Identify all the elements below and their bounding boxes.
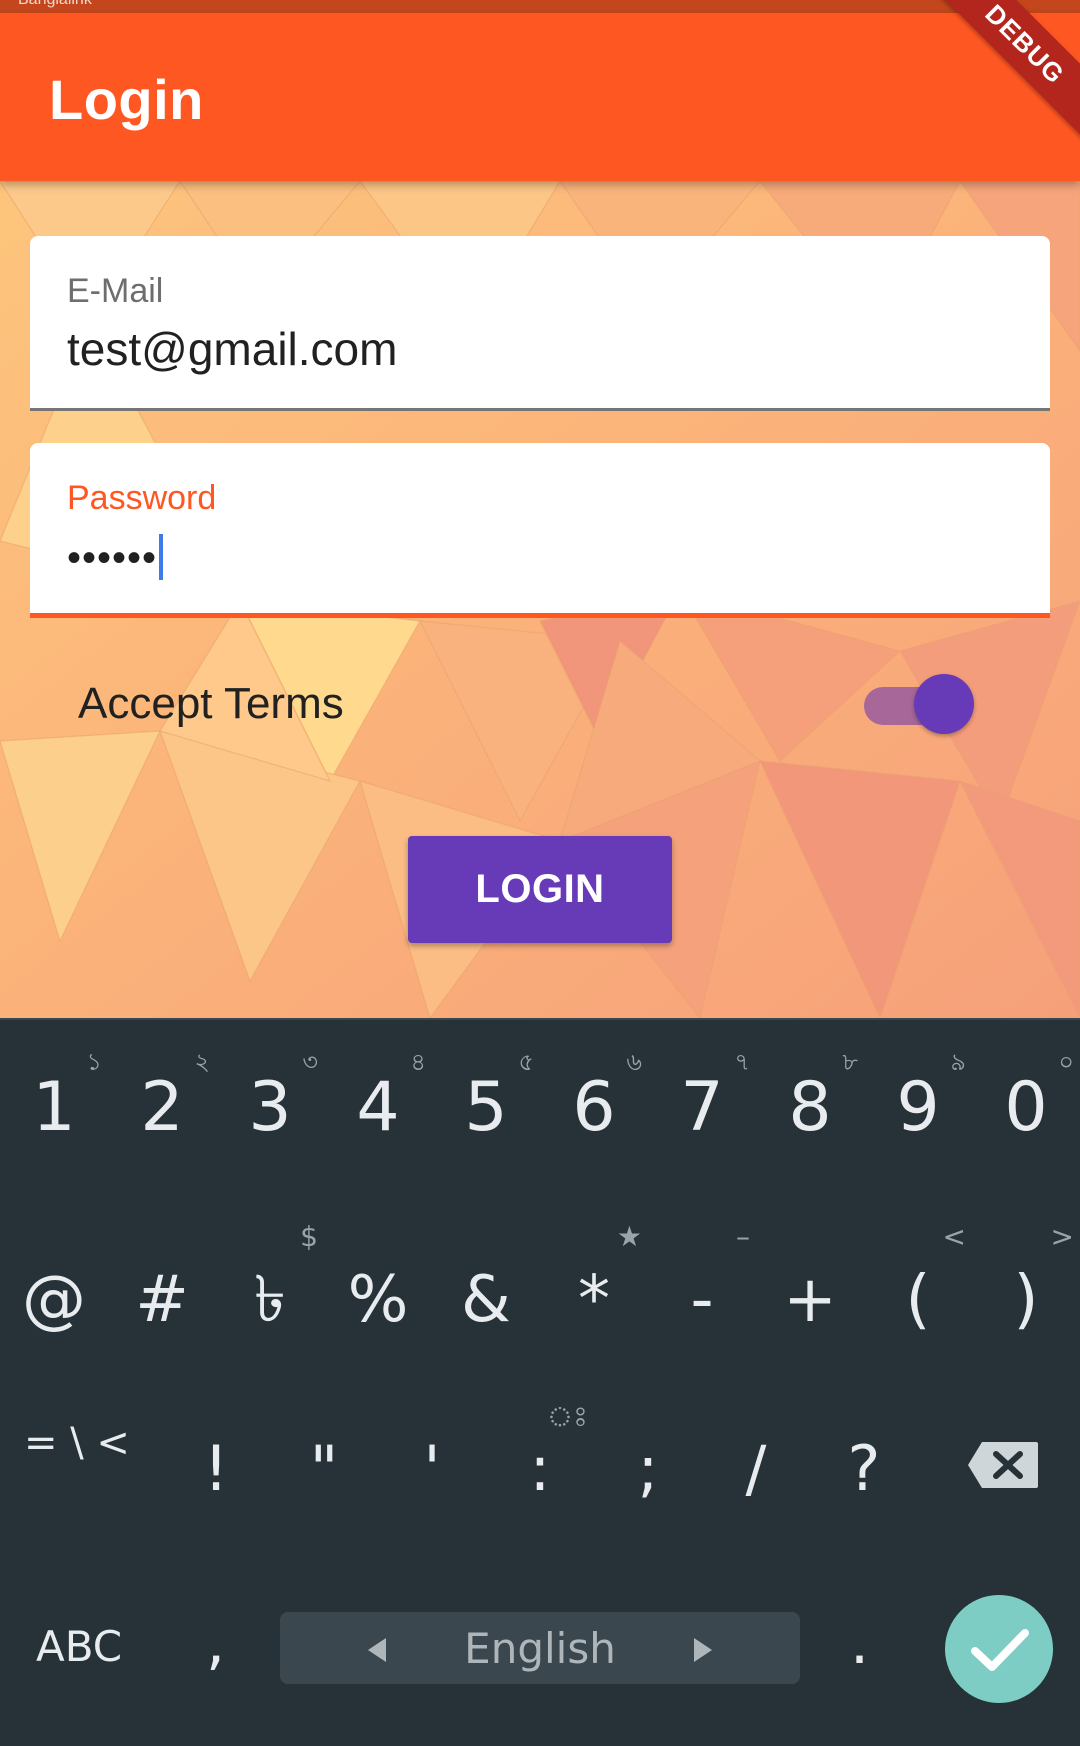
- row2-key-label: +: [783, 1263, 837, 1337]
- row1-key[interactable]: 8৮: [756, 1030, 864, 1190]
- row2-key-label: ): [1013, 1263, 1039, 1337]
- row1-key-hint: ০: [1058, 1048, 1074, 1076]
- row2-key[interactable]: &: [432, 1220, 540, 1380]
- row2-key[interactable]: %: [324, 1220, 432, 1380]
- debug-banner: DEBUG: [926, 0, 1080, 143]
- email-field[interactable]: E-Mail test@gmail.com: [30, 236, 1050, 411]
- switch-thumb: [914, 674, 974, 734]
- row1-key-hint: ৫: [518, 1048, 534, 1076]
- row3-key[interactable]: ': [378, 1395, 486, 1555]
- email-label: E-Mail: [67, 272, 164, 310]
- row1-key[interactable]: 7৭: [648, 1030, 756, 1190]
- text-cursor: [159, 534, 164, 581]
- check-icon: [971, 1629, 1029, 1671]
- row2-key[interactable]: +: [756, 1220, 864, 1380]
- enter-key[interactable]: [945, 1595, 1053, 1703]
- carrier-name: Banglalink: [18, 0, 92, 9]
- row3-key[interactable]: !: [162, 1395, 270, 1555]
- row2-key-hint: ★: [616, 1220, 642, 1253]
- row3-key[interactable]: :ঃ: [486, 1395, 594, 1555]
- row2-key-hint: $: [300, 1220, 318, 1253]
- row3-key[interactable]: ;: [594, 1395, 702, 1555]
- password-field[interactable]: Password ••••••: [30, 443, 1050, 618]
- accept-terms-switch[interactable]: [864, 674, 974, 734]
- row1-key[interactable]: 4৪: [324, 1030, 432, 1190]
- row2-key-label: #: [135, 1263, 189, 1337]
- row2-key-label: ৳: [254, 1263, 286, 1337]
- row2-key-label: @: [22, 1263, 86, 1337]
- row3-key-label: /: [745, 1432, 767, 1505]
- password-input[interactable]: ••••••: [67, 534, 164, 581]
- symbols-more-key[interactable]: = \ <: [24, 1420, 130, 1466]
- row1-key-hint: ৮: [842, 1048, 858, 1076]
- row2-key-hint: >: [1050, 1220, 1074, 1253]
- row1-key[interactable]: 3৩: [216, 1030, 324, 1190]
- row3-key-hint: ঃ: [546, 1400, 588, 1433]
- language-next-icon: [694, 1638, 712, 1662]
- row1-key-hint: ৭: [734, 1048, 750, 1076]
- row1-key-hint: ১: [86, 1048, 102, 1076]
- row3-key-label: ': [423, 1432, 441, 1505]
- row3-key-label: ?: [847, 1432, 881, 1505]
- row2-key[interactable]: (<: [864, 1220, 972, 1380]
- app-bar: Login DEBUG: [0, 0, 1080, 181]
- row3-key[interactable]: /: [702, 1395, 810, 1555]
- row2-key-label: &: [461, 1263, 511, 1337]
- row1-key-hint: ৩: [302, 1048, 318, 1076]
- row1-key-hint: ২: [194, 1048, 210, 1076]
- row1-key[interactable]: 0০: [972, 1030, 1080, 1190]
- row1-key-hint: ৬: [626, 1048, 642, 1076]
- row1-key[interactable]: 1১: [0, 1030, 108, 1190]
- abc-key[interactable]: ABC: [36, 1622, 122, 1671]
- period-key[interactable]: .: [850, 1608, 869, 1678]
- row2-key-label: (: [905, 1263, 931, 1337]
- row1-key[interactable]: 5৫: [432, 1030, 540, 1190]
- row2-key[interactable]: @: [0, 1220, 108, 1380]
- row3-key-label: !: [203, 1432, 229, 1505]
- login-button[interactable]: LOGIN: [408, 836, 672, 943]
- row2-key[interactable]: ) >: [972, 1220, 1080, 1380]
- space-key[interactable]: English: [280, 1612, 800, 1684]
- row2-key-label: *: [578, 1263, 610, 1337]
- comma-key[interactable]: ,: [206, 1608, 225, 1678]
- password-masked-value: ••••••: [67, 536, 158, 580]
- row3-key[interactable]: ?: [810, 1395, 918, 1555]
- row2-key-hint: <: [942, 1220, 966, 1253]
- row1-key[interactable]: 2২: [108, 1030, 216, 1190]
- backspace-icon[interactable]: [966, 1440, 1040, 1490]
- row3-key-label: ": [309, 1432, 339, 1505]
- row3-key-label: ;: [637, 1432, 659, 1505]
- row3-key[interactable]: ": [270, 1395, 378, 1555]
- password-label: Password: [67, 479, 217, 517]
- row2-key-hint: –: [736, 1220, 750, 1253]
- row1-key[interactable]: 6৬: [540, 1030, 648, 1190]
- status-bar: Banglalink: [0, 0, 1080, 13]
- row1-key[interactable]: 9৯: [864, 1030, 972, 1190]
- row2-key[interactable]: ৳ $: [216, 1220, 324, 1380]
- row2-key-label: -: [690, 1263, 714, 1337]
- row2-key-label: %: [347, 1263, 409, 1337]
- row1-key-hint: ৪: [410, 1048, 426, 1076]
- row2-key[interactable]: #: [108, 1220, 216, 1380]
- space-language-label: English: [464, 1624, 616, 1673]
- page-title: Login: [49, 68, 204, 131]
- row1-key-hint: ৯: [950, 1048, 966, 1076]
- row2-key[interactable]: - –: [648, 1220, 756, 1380]
- accept-terms-label: Accept Terms: [78, 679, 344, 728]
- email-input[interactable]: test@gmail.com: [67, 322, 397, 376]
- row2-key[interactable]: * ★: [540, 1220, 648, 1380]
